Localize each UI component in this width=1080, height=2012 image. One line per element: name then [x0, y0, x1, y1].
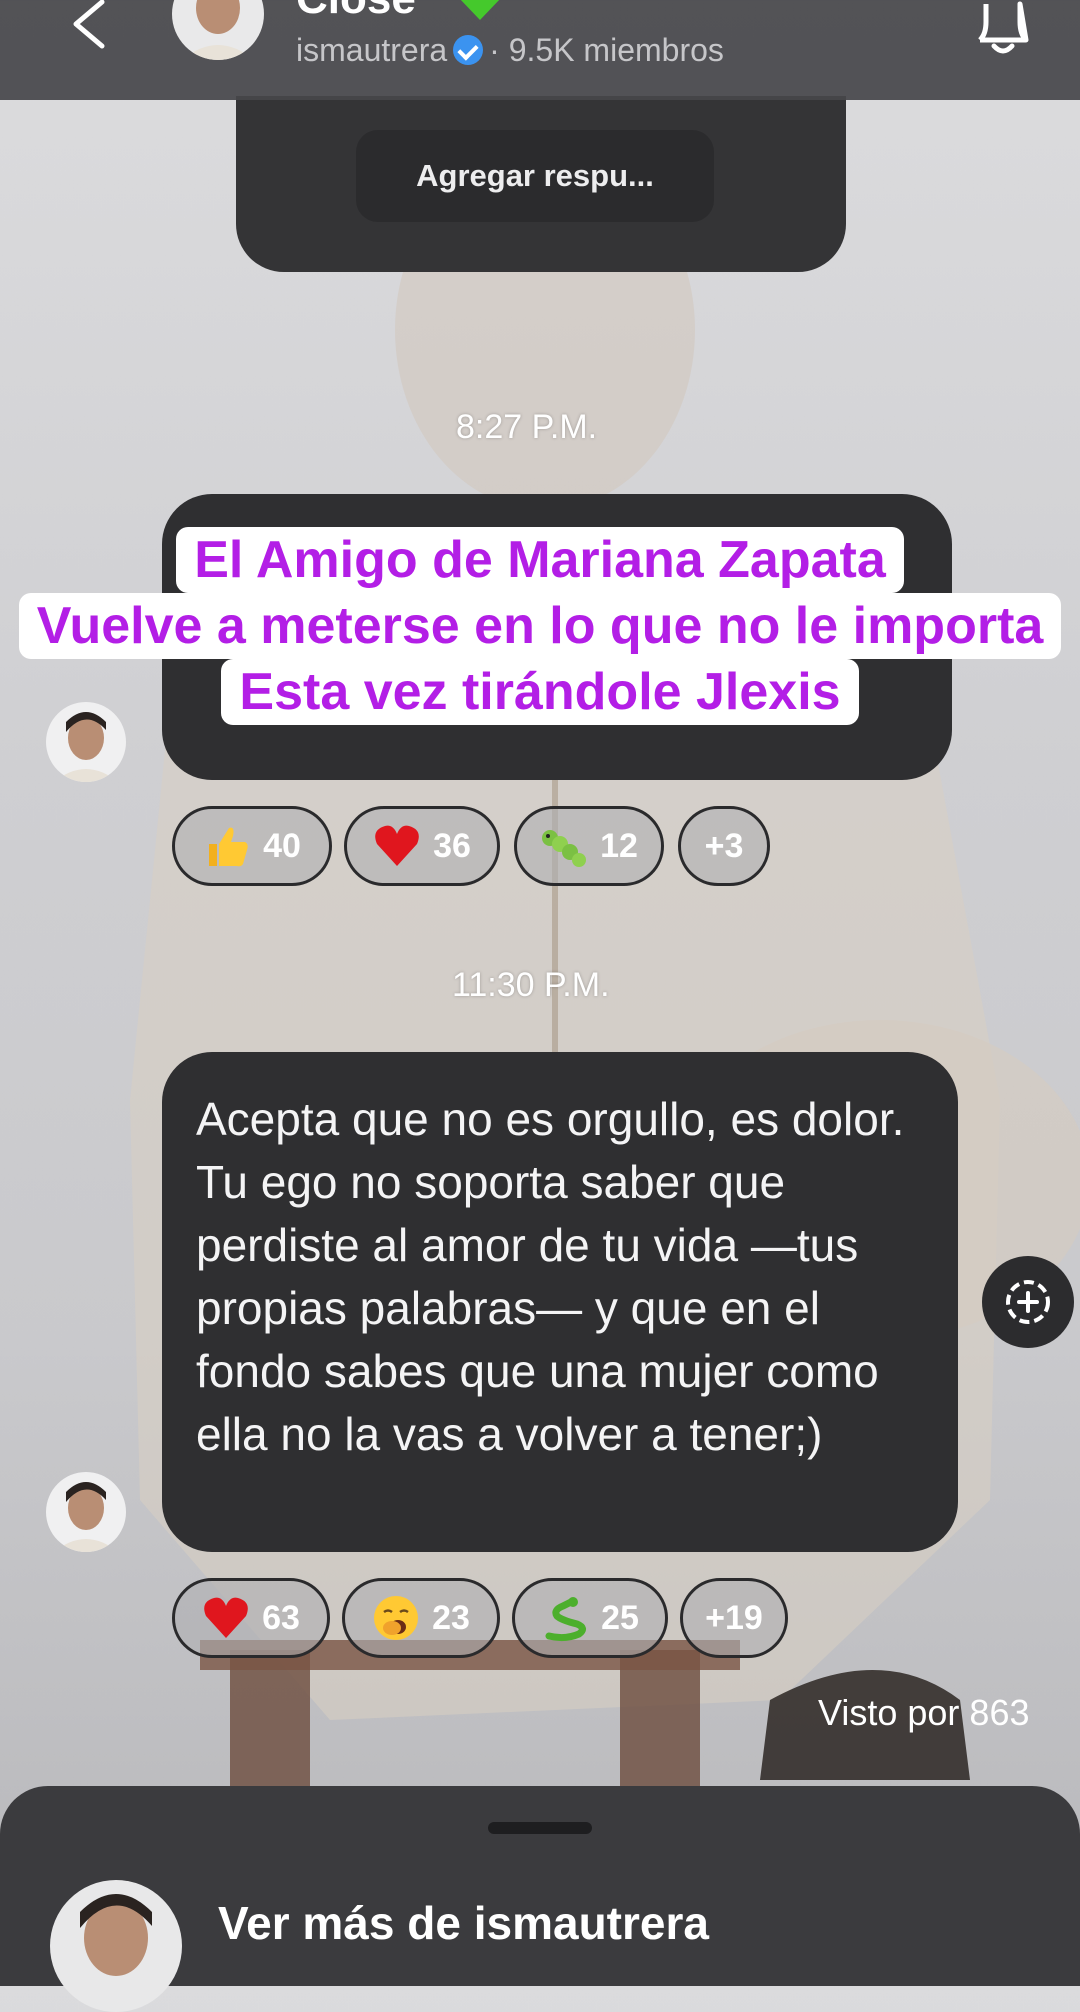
reaction-more[interactable]: +19: [680, 1578, 788, 1658]
see-more-link[interactable]: Ver más de ismautrera: [218, 1896, 709, 1950]
yawning-face-icon: [374, 1596, 419, 1640]
message-timestamp: 11:30 P.M.: [452, 966, 610, 1004]
seen-by-count: Visto por 863: [818, 1692, 1030, 1733]
reaction-yawn[interactable]: 23: [342, 1578, 500, 1658]
reaction-count: +19: [705, 1598, 763, 1637]
red-heart-icon: [204, 1597, 248, 1638]
message-text: Acepta que no es orgullo, es dolor. Tu e…: [196, 1093, 905, 1460]
caterpillar-icon: [542, 830, 587, 867]
profile-avatar[interactable]: [50, 1880, 182, 2012]
verified-badge-icon: [453, 35, 484, 65]
add-reply-button[interactable]: Agregar respu...: [356, 130, 714, 222]
add-reaction-icon: [1006, 1280, 1050, 1324]
reaction-count: 36: [433, 826, 471, 865]
video-caption: El Amigo de Mariana Zapata Vuelve a mete…: [0, 527, 1080, 725]
message-timestamp: 8:27 P.M.: [456, 408, 598, 446]
caption-line-1: El Amigo de Mariana Zapata: [176, 527, 904, 593]
channel-title: Close: [296, 0, 416, 24]
reaction-more[interactable]: +3: [678, 806, 770, 886]
sender-avatar[interactable]: [46, 1472, 126, 1552]
bell-icon[interactable]: [970, 0, 1036, 60]
reaction-snake[interactable]: 25: [512, 1578, 668, 1658]
header-avatar[interactable]: [172, 0, 264, 60]
member-count: · 9.5K miembros: [489, 32, 724, 68]
reply-card: Agregar respu...: [236, 96, 846, 272]
sheet-handle[interactable]: [488, 1822, 592, 1834]
back-arrow-icon[interactable]: [62, 0, 122, 60]
reaction-count: 23: [432, 1598, 470, 1637]
reaction-count: 63: [262, 1598, 300, 1637]
thumbs-up-icon: [209, 827, 248, 867]
reaction-count: +3: [704, 826, 744, 865]
channel-username: ismautrera: [296, 32, 448, 68]
red-heart-icon: [375, 825, 419, 866]
reaction-caterpillar[interactable]: 12: [514, 806, 664, 886]
caption-line-3: Esta vez tirándole Jlexis: [221, 659, 859, 725]
add-reaction-button[interactable]: [982, 1256, 1074, 1348]
channel-subtitle: ismautrera · 9.5K miembros: [296, 32, 724, 69]
bottom-sheet[interactable]: Ver más de ismautrera: [0, 1786, 1080, 2012]
message-bubble[interactable]: Acepta que no es orgullo, es dolor. Tu e…: [162, 1052, 958, 1552]
reaction-count: 25: [601, 1598, 639, 1637]
chat-header: Close ismautrera · 9.5K miembros: [0, 0, 1080, 100]
snake-icon: [545, 1597, 587, 1642]
reaction-count: 40: [263, 826, 301, 865]
caption-line-2: Vuelve a meterse en lo que no le importa: [18, 593, 1062, 659]
green-heart-icon: [460, 0, 500, 20]
reaction-heart[interactable]: 36: [344, 806, 500, 886]
reaction-thumbs-up[interactable]: 40: [172, 806, 332, 886]
reaction-count: 12: [600, 826, 638, 865]
reaction-heart[interactable]: 63: [172, 1578, 330, 1658]
